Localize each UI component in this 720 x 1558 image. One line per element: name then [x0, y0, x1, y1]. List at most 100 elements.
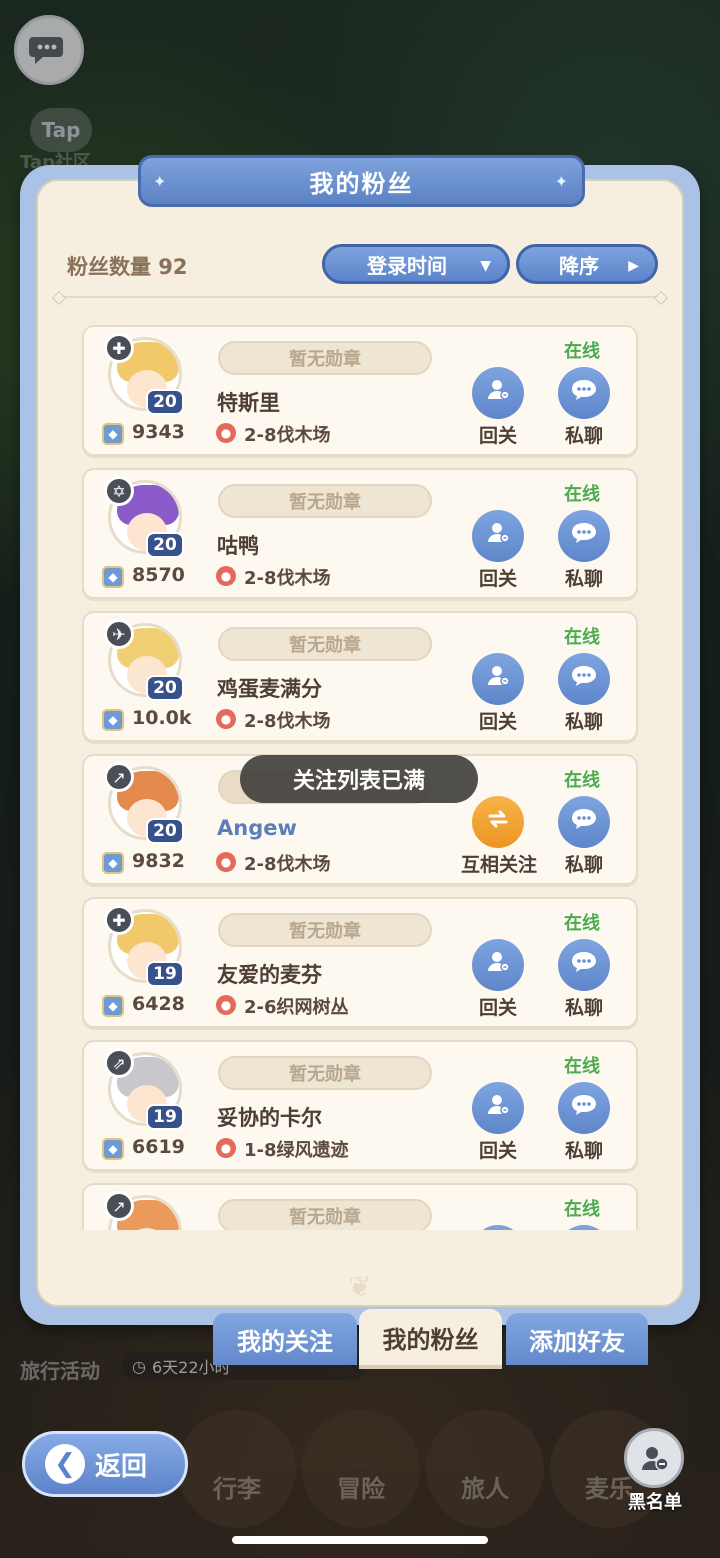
panel-title-text: 我的粉丝 [309, 169, 414, 198]
power-value: 8570 [132, 564, 185, 586]
online-status: 在线 [564, 341, 600, 362]
follow-back-button[interactable] [472, 1225, 524, 1230]
online-status: 在线 [564, 1056, 600, 1077]
fan-name: 咕鸭 [217, 534, 259, 558]
follow-back-label: 回关 [478, 997, 517, 1019]
fan-card[interactable]: ✚ 20 ◆ 9343 暂无勋章 特斯里 ● 2-8伐木场 在线 回关 私聊 [82, 325, 638, 456]
level-badge: 19 [146, 961, 184, 987]
class-icon: ✚ [104, 333, 134, 363]
home-indicator[interactable] [232, 1536, 488, 1544]
fan-card[interactable]: ✈ 20 ◆ 10.0k 暂无勋章 鸡蛋麦满分 ● 2-8伐木场 在线 回关 私聊 [82, 611, 638, 742]
class-icon: ✚ [104, 905, 134, 935]
fan-card[interactable]: ✡ 20 ◆ 8570 暂无勋章 咕鸭 ● 2-8伐木场 在线 回关 私聊 [82, 468, 638, 599]
shield-icon: ◆ [102, 852, 124, 874]
location-pin-icon: ● [216, 1138, 236, 1158]
class-icon: ✡ [104, 476, 134, 506]
user-follow-icon [485, 1092, 511, 1124]
level-badge: 20 [146, 675, 184, 701]
mutual-follow-label: 互相关注 [460, 854, 537, 876]
fan-card[interactable]: ✚ 19 ◆ 6428 暂无勋章 友爱的麦芬 ● 2-6织网树丛 在线 回关 私聊 [82, 897, 638, 1028]
mutual-follow-button[interactable] [472, 796, 524, 848]
private-chat-button[interactable] [558, 796, 610, 848]
private-chat-button[interactable] [558, 367, 610, 419]
location-pin-icon: ● [216, 566, 236, 586]
user-follow-icon [485, 949, 511, 981]
online-status: 在线 [564, 913, 600, 934]
tab-my-following[interactable]: 我的关注 [213, 1313, 357, 1365]
class-icon: ↗ [104, 762, 134, 792]
follow-back-button[interactable] [472, 653, 524, 705]
online-status: 在线 [564, 1199, 600, 1220]
tab-add-friend[interactable]: 添加好友 [506, 1313, 648, 1365]
follow-back-label: 回关 [478, 425, 517, 447]
blacklist-label: 黑名单 [628, 1492, 682, 1513]
fans-count: 粉丝数量 92 [67, 255, 188, 279]
private-chat-label: 私聊 [564, 568, 603, 590]
chat-icon [570, 521, 598, 551]
online-status: 在线 [564, 484, 600, 505]
swap-icon [485, 806, 511, 838]
fan-name: 友爱的麦芬 [217, 963, 322, 987]
tab-my-fans[interactable]: 我的粉丝 [359, 1309, 502, 1365]
fan-name: 特斯里 [217, 391, 280, 415]
follow-back-label: 回关 [478, 1140, 517, 1162]
back-button[interactable]: ❮ 返回 [22, 1431, 188, 1497]
private-chat-button[interactable] [558, 939, 610, 991]
fan-card[interactable]: ⇗ 19 ◆ 6619 暂无勋章 妥协的卡尔 ● 1-8绿风遗迹 在线 回关 私聊 [82, 1040, 638, 1171]
shield-icon: ◆ [102, 423, 124, 445]
star-icon: ✦ [554, 171, 570, 191]
private-chat-button[interactable] [558, 1082, 610, 1134]
fan-name: 鸡蛋麦满分 [217, 677, 322, 701]
crown-ornament-icon: ❦ [348, 1270, 372, 1303]
level-badge: 20 [146, 389, 184, 415]
toast-message: 关注列表已满 [240, 755, 478, 803]
private-chat-button[interactable] [558, 653, 610, 705]
medal-badge: 暂无勋章 [218, 627, 432, 661]
fan-name: 妥协的卡尔 [217, 1106, 322, 1130]
user-follow-icon [485, 663, 511, 695]
back-arrow-icon: ❮ [45, 1444, 85, 1484]
chat-icon [570, 664, 598, 694]
header-divider [60, 296, 660, 298]
chat-icon [570, 378, 598, 408]
panel-title: ✦ 我的粉丝 ✦ [138, 155, 585, 207]
class-icon: ↗ [104, 1191, 134, 1221]
fan-location: 1-8绿风遗迹 [244, 1140, 349, 1161]
private-chat-label: 私聊 [564, 711, 603, 733]
sort-order-button[interactable]: 降序 ▶ [516, 244, 658, 284]
follow-back-button[interactable] [472, 1082, 524, 1134]
medal-badge: 暂无勋章 [218, 913, 432, 947]
shield-icon: ◆ [102, 566, 124, 588]
blacklist-button[interactable]: 黑名单 [616, 1428, 694, 1513]
follow-back-label: 回关 [478, 711, 517, 733]
medal-badge: 暂无勋章 [218, 1056, 432, 1090]
class-icon: ✈ [104, 619, 134, 649]
location-pin-icon: ● [216, 423, 236, 443]
private-chat-button[interactable] [558, 1225, 610, 1230]
private-chat-label: 私聊 [564, 997, 603, 1019]
power-value: 10.0k [132, 707, 192, 729]
chat-icon [570, 807, 598, 837]
power-value: 9343 [132, 421, 185, 443]
fan-location: 2-8伐木场 [244, 568, 331, 589]
chat-icon [570, 1093, 598, 1123]
level-badge: 20 [146, 818, 184, 844]
private-chat-label: 私聊 [564, 854, 603, 876]
power-value: 6428 [132, 993, 185, 1015]
medal-badge: 暂无勋章 [218, 341, 432, 375]
sort-field-label: 登录时间 [367, 253, 447, 278]
user-minus-icon [624, 1428, 684, 1488]
follow-back-button[interactable] [472, 939, 524, 991]
follow-back-button[interactable] [472, 367, 524, 419]
follow-back-button[interactable] [472, 510, 524, 562]
sort-order-label: 降序 [559, 253, 599, 278]
location-pin-icon: ● [216, 995, 236, 1015]
play-arrow-icon: ▶ [628, 258, 639, 274]
private-chat-button[interactable] [558, 510, 610, 562]
power-value: 6619 [132, 1136, 185, 1158]
sort-field-dropdown[interactable]: 登录时间 ▼ [322, 244, 510, 284]
location-pin-icon: ● [216, 709, 236, 729]
level-badge: 20 [146, 532, 184, 558]
back-label: 返回 [95, 1451, 148, 1482]
fan-card[interactable]: ↗ 暂无勋章 在线 [82, 1183, 638, 1230]
